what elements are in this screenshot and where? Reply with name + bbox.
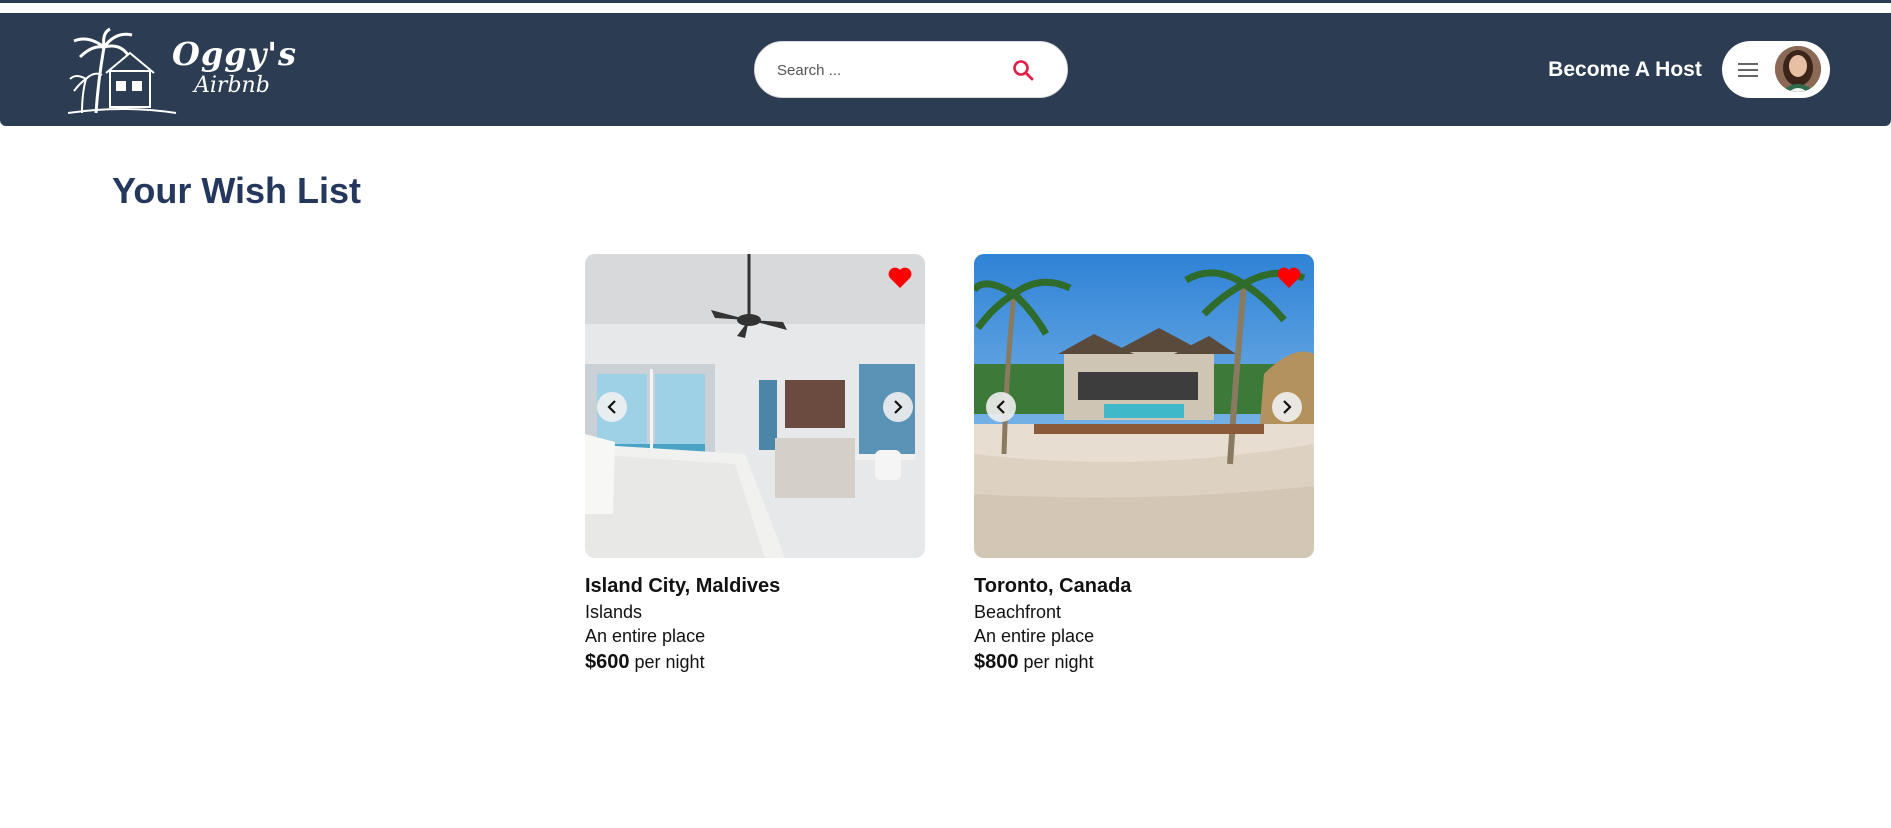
chevron-left-icon: [996, 400, 1005, 414]
beach-villa-photo: [974, 254, 1314, 558]
search-bar: [754, 41, 1068, 98]
listing-image[interactable]: [585, 254, 925, 558]
listing-category: Islands: [585, 602, 643, 622]
chevron-right-icon: [894, 400, 903, 414]
logo[interactable]: Oggy's Airbnb: [68, 27, 296, 115]
listing-image[interactable]: [974, 254, 1314, 558]
listing-location: Toronto, Canada: [974, 575, 1132, 597]
heart-icon[interactable]: [887, 266, 913, 290]
listing-location: Island City, Maldives: [585, 575, 781, 597]
logo-text-oggys: Oggy's: [172, 35, 298, 73]
listing-price-unit: per night: [1023, 652, 1094, 672]
chevron-right-icon: [1283, 400, 1292, 414]
listing-price-unit: per night: [634, 652, 705, 672]
listing-price-line: $600 per night: [585, 648, 925, 676]
listing-price: $800: [974, 651, 1019, 673]
search-input[interactable]: [777, 56, 997, 84]
bedroom-photo: [585, 254, 925, 558]
avatar: [1775, 46, 1821, 92]
listing-category: Beachfront: [974, 602, 1062, 622]
search-icon[interactable]: [1011, 58, 1035, 82]
listing-price: $600: [585, 651, 630, 673]
carousel-next-button[interactable]: [1272, 392, 1302, 422]
become-host-link[interactable]: Become A Host: [1540, 55, 1710, 85]
listing-place-type: An entire place: [585, 626, 706, 646]
listing-info: Toronto, Canada Beachfront An entire pla…: [974, 572, 1314, 676]
carousel-next-button[interactable]: [883, 392, 913, 422]
user-menu-button[interactable]: [1722, 41, 1830, 98]
chevron-left-icon: [607, 400, 616, 414]
heart-icon[interactable]: [1276, 266, 1302, 290]
carousel-prev-button[interactable]: [986, 392, 1016, 422]
logo-text-airbnb: Airbnb: [194, 73, 270, 98]
carousel-prev-button[interactable]: [597, 392, 627, 422]
palm-tree-logo-icon: [68, 27, 177, 114]
menu-icon: [1738, 63, 1758, 77]
page-title: Your Wish List: [112, 170, 362, 211]
navbar: Oggy's Airbnb Become A Host: [0, 13, 1891, 126]
listing-info: Island City, Maldives Islands An entire …: [585, 572, 925, 676]
top-border: [0, 0, 1891, 3]
listing-price-line: $800 per night: [974, 648, 1314, 676]
listing-place-type: An entire place: [974, 626, 1095, 646]
